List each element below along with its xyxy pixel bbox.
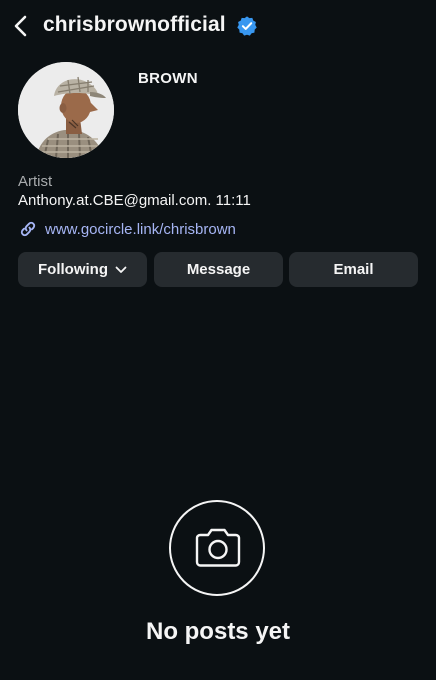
camera-icon (195, 528, 241, 567)
profile-display-name: BROWN (138, 70, 198, 87)
email-button[interactable]: Email (289, 252, 418, 287)
profile-category: Artist (18, 173, 53, 190)
no-posts-icon-circle (169, 500, 265, 596)
profile-bio: Anthony.at.CBE@gmail.com. 11:11 (18, 192, 251, 209)
no-posts-text: No posts yet (145, 618, 291, 645)
profile-username: chrisbrownofficial (43, 13, 226, 36)
avatar-photo (18, 62, 114, 158)
profile-header: chrisbrownofficial (0, 0, 436, 52)
message-button-label: Message (186, 261, 251, 278)
profile-link-text[interactable]: www.gocircle.link/chrisbrown (45, 221, 236, 238)
profile-link[interactable]: www.gocircle.link/chrisbrown (18, 218, 236, 240)
verified-badge-icon (237, 16, 257, 36)
back-arrow-icon[interactable] (8, 12, 34, 40)
following-button-label: Following (38, 261, 108, 278)
following-button[interactable]: Following (18, 252, 147, 287)
message-button[interactable]: Message (154, 252, 283, 287)
profile-avatar[interactable] (18, 62, 114, 158)
link-icon (20, 221, 36, 237)
chevron-down-icon (115, 266, 127, 273)
email-button-label: Email (333, 261, 374, 278)
